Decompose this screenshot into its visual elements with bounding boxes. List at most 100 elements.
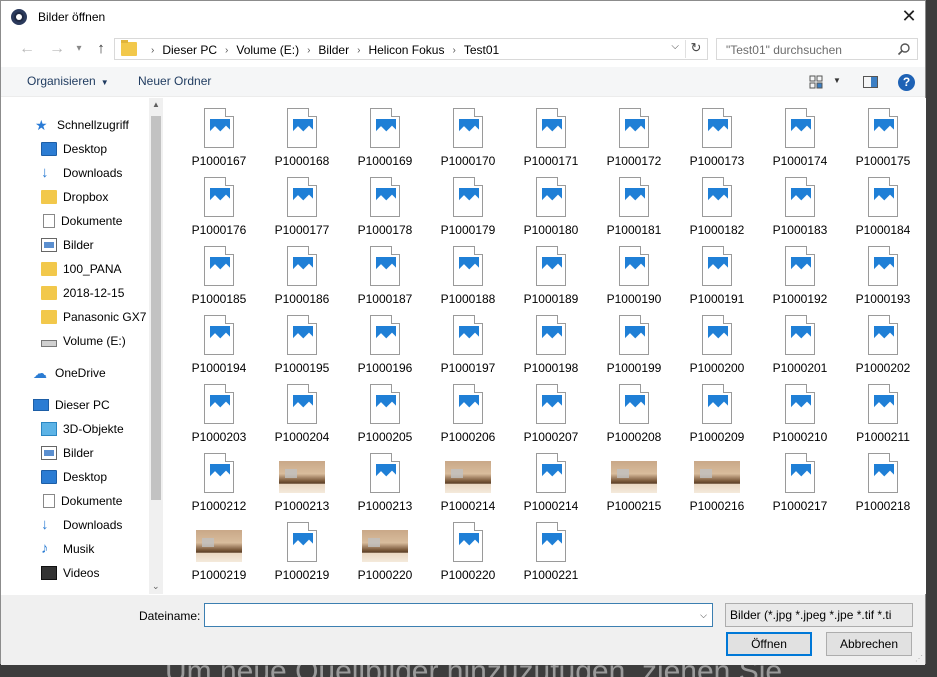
file-item[interactable]: P1000168 [264,98,340,168]
file-item[interactable]: P1000206 [430,374,506,444]
file-item[interactable]: P1000178 [347,167,423,237]
address-bar[interactable]: › Dieser PC › Volume (E:) › Bilder › Hel… [114,38,708,60]
chevron-down-icon[interactable]: ⌵ [671,41,679,52]
file-item[interactable]: P1000204 [264,374,340,444]
file-item[interactable]: P1000213 [347,443,423,513]
search-input[interactable]: "Test01" durchsuchen [716,38,918,60]
file-item[interactable]: P1000214 [513,443,589,513]
chevron-down-icon[interactable]: ⌵ [700,610,707,621]
sidebar-item-schnellzugriff[interactable]: ★ Schnellzugriff [35,114,163,136]
sidebar-item-desktop[interactable]: Desktop [41,466,163,488]
sidebar-item-dropbox[interactable]: Dropbox✎ [41,186,163,208]
file-item[interactable]: P1000209 [679,374,755,444]
file-item[interactable]: P1000216 [679,443,755,513]
scroll-down-icon[interactable]: ⌄ [152,581,160,592]
file-item[interactable]: P1000220 [430,512,506,582]
sidebar-item-100-pana[interactable]: 100_PANA [41,258,163,280]
file-item[interactable]: P1000193 [845,236,921,306]
sidebar-item-dieser-pc[interactable]: Dieser PC [33,394,163,416]
file-item[interactable]: P1000174 [762,98,838,168]
file-item[interactable]: P1000171 [513,98,589,168]
file-item[interactable]: P1000173 [679,98,755,168]
breadcrumb-test01[interactable]: Test01 [464,43,499,57]
file-item[interactable]: P1000189 [513,236,589,306]
file-item[interactable]: P1000190 [596,236,672,306]
breadcrumb-dieser-pc[interactable]: Dieser PC [162,43,217,57]
file-item[interactable]: P1000213 [264,443,340,513]
file-item[interactable]: P1000214 [430,443,506,513]
file-item[interactable]: P1000220 [347,512,423,582]
sidebar-item-bilder[interactable]: Bilder✎ [41,234,163,256]
view-mode-icon[interactable] [809,75,823,89]
filename-input[interactable]: ⌵ [204,603,713,627]
close-button[interactable]: ✕ [893,1,925,33]
sidebar-item-downloads[interactable]: ↓Downloads✎ [41,162,163,184]
file-item[interactable]: P1000219 [181,512,257,582]
preview-pane-icon[interactable] [863,76,878,88]
recent-locations-dropdown[interactable]: ▾ [69,40,89,58]
file-item[interactable]: P1000205 [347,374,423,444]
file-item[interactable]: P1000176 [181,167,257,237]
sidebar-item-downloads[interactable]: ↓ Downloads [41,514,163,536]
sidebar-item-panasonic-gx7[interactable]: Panasonic GX7 [41,306,163,328]
sidebar-item-desktop[interactable]: Desktop✎ [41,138,163,160]
organize-button[interactable]: Organisieren ▼ [27,74,109,88]
file-type-select[interactable]: Bilder (*.jpg *.jpeg *.jpe *.tif *.ti [725,603,913,627]
file-item[interactable]: P1000194 [181,305,257,375]
file-item[interactable]: P1000192 [762,236,838,306]
file-item[interactable]: P1000180 [513,167,589,237]
file-item[interactable]: P1000186 [264,236,340,306]
file-item[interactable]: P1000200 [679,305,755,375]
file-item[interactable]: P1000219 [264,512,340,582]
file-item[interactable]: P1000211 [845,374,921,444]
sidebar-scrollbar[interactable]: ▲ ⌄ [149,98,163,594]
breadcrumb-helicon-fokus[interactable]: Helicon Fokus [368,43,444,57]
file-item[interactable]: P1000185 [181,236,257,306]
file-item[interactable]: P1000207 [513,374,589,444]
file-item[interactable]: P1000183 [762,167,838,237]
file-item[interactable]: P1000202 [845,305,921,375]
help-icon[interactable]: ? [898,74,915,91]
sidebar-item-bilder[interactable]: Bilder [41,442,163,464]
sidebar-item-onedrive[interactable]: ☁ OneDrive [33,362,163,384]
file-item[interactable]: P1000217 [762,443,838,513]
caret-down-icon[interactable]: ▼ [833,76,841,85]
file-item[interactable]: P1000170 [430,98,506,168]
forward-button[interactable]: → [47,40,67,58]
file-item[interactable]: P1000169 [347,98,423,168]
file-item[interactable]: P1000188 [430,236,506,306]
back-button[interactable]: ← [17,40,37,58]
cancel-button[interactable]: Abbrechen [826,632,912,656]
file-item[interactable]: P1000195 [264,305,340,375]
file-item[interactable]: P1000212 [181,443,257,513]
file-item[interactable]: P1000210 [762,374,838,444]
sidebar-item-2018-12-15[interactable]: 2018-12-15 [41,282,163,304]
file-item[interactable]: P1000177 [264,167,340,237]
file-item[interactable]: P1000197 [430,305,506,375]
file-item[interactable]: P1000172 [596,98,672,168]
sidebar-item-dokumente[interactable]: Dokumente [41,490,163,512]
sidebar-item-3d-objekte[interactable]: 3D-Objekte [41,418,163,440]
up-button[interactable]: ↑ [91,40,111,58]
file-item[interactable]: P1000191 [679,236,755,306]
file-item[interactable]: P1000198 [513,305,589,375]
resize-grip-icon[interactable]: ⋰ [915,654,923,663]
file-item[interactable]: P1000221 [513,512,589,582]
file-item[interactable]: P1000199 [596,305,672,375]
file-item[interactable]: P1000184 [845,167,921,237]
breadcrumb-bilder[interactable]: Bilder [318,43,349,57]
file-item[interactable]: P1000175 [845,98,921,168]
sidebar-item-volume-e[interactable]: Volume (E:) [41,330,163,352]
file-item[interactable]: P1000218 [845,443,921,513]
scrollbar-thumb[interactable] [151,116,161,500]
file-item[interactable]: P1000187 [347,236,423,306]
sidebar-item-musik[interactable]: ♪ Musik [41,538,163,560]
file-item[interactable]: P1000203 [181,374,257,444]
file-item[interactable]: P1000208 [596,374,672,444]
open-button[interactable]: Öffnen [726,632,812,656]
file-item[interactable]: P1000201 [762,305,838,375]
new-folder-button[interactable]: Neuer Ordner [138,74,211,88]
file-item[interactable]: P1000215 [596,443,672,513]
breadcrumb-volume-e[interactable]: Volume (E:) [236,43,299,57]
refresh-icon[interactable]: ↻ [685,40,703,58]
